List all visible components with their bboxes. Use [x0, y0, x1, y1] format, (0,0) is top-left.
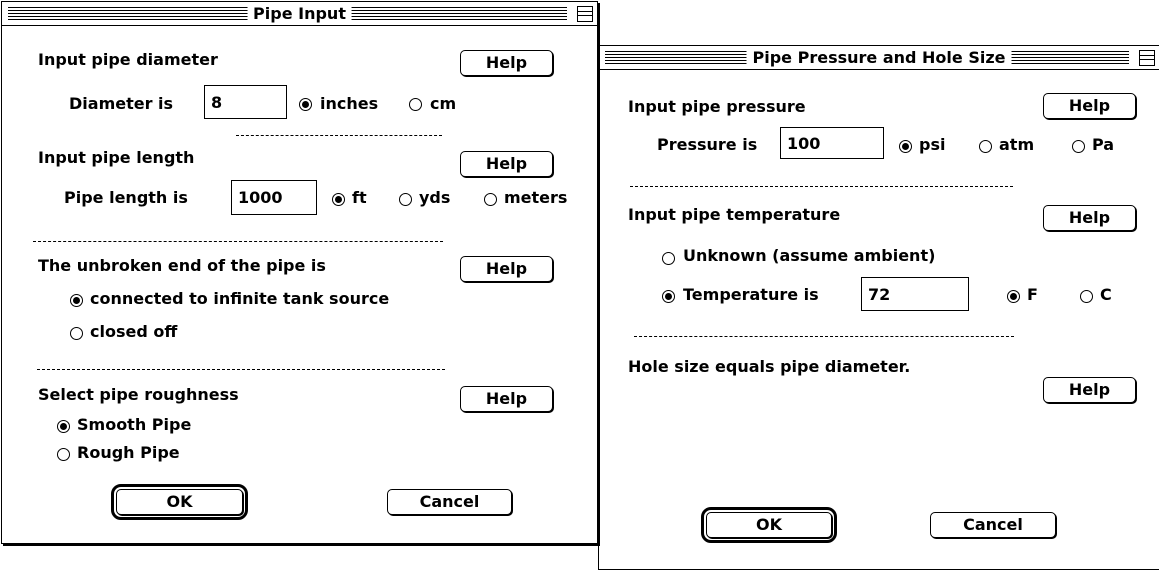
cm-label: cm	[430, 94, 457, 113]
psi-label: psi	[919, 135, 946, 154]
pressure-label: Pressure is	[657, 135, 758, 154]
psi-radio[interactable]	[899, 140, 912, 153]
fahrenheit-radio[interactable]	[1007, 290, 1020, 303]
closed-off-label: closed off	[90, 322, 178, 341]
inches-label: inches	[320, 94, 379, 113]
separator	[630, 186, 1013, 187]
tank-source-label: connected to infinite tank source	[90, 289, 390, 308]
smooth-pipe-radio[interactable]	[57, 420, 70, 433]
hole-help-button[interactable]: Help	[1043, 377, 1136, 403]
title-bar[interactable]: Pipe Pressure and Hole Size	[599, 46, 1159, 70]
zoom-box-icon[interactable]	[1139, 50, 1155, 66]
pipe-input-window: Pipe Input Input pipe diameter Help Diam…	[1, 1, 598, 544]
cancel-button[interactable]: Cancel	[930, 512, 1056, 538]
pipe-pressure-window: Pipe Pressure and Hole Size Input pipe p…	[598, 45, 1159, 570]
length-label: Pipe length is	[64, 188, 188, 207]
tank-source-radio[interactable]	[70, 294, 83, 307]
separator	[236, 135, 442, 136]
roughness-help-button[interactable]: Help	[460, 386, 553, 412]
yds-radio[interactable]	[399, 193, 412, 206]
diameter-label: Diameter is	[69, 94, 174, 113]
pa-label: Pa	[1092, 135, 1115, 154]
pa-radio[interactable]	[1072, 140, 1085, 153]
ok-button[interactable]: OK	[701, 507, 837, 543]
ft-radio[interactable]	[332, 193, 345, 206]
pressure-input[interactable]	[780, 127, 884, 159]
meters-label: meters	[504, 188, 568, 207]
temperature-is-label: Temperature is	[683, 285, 819, 304]
meters-radio[interactable]	[484, 193, 497, 206]
end-heading: The unbroken end of the pipe is	[38, 256, 326, 275]
ft-label: ft	[352, 188, 367, 207]
window-title: Pipe Pressure and Hole Size	[746, 49, 1012, 67]
diameter-help-button[interactable]: Help	[460, 50, 553, 76]
length-input[interactable]	[231, 180, 317, 215]
temperature-is-radio[interactable]	[662, 290, 675, 303]
cm-radio[interactable]	[409, 98, 422, 111]
ok-button[interactable]: OK	[111, 484, 248, 520]
fahrenheit-label: F	[1027, 285, 1038, 304]
temperature-heading: Input pipe temperature	[628, 205, 841, 224]
cancel-button[interactable]: Cancel	[387, 489, 512, 515]
title-bar[interactable]: Pipe Input	[2, 2, 597, 26]
temperature-help-button[interactable]: Help	[1043, 205, 1136, 231]
smooth-pipe-label: Smooth Pipe	[77, 415, 192, 434]
window-title: Pipe Input	[247, 5, 352, 23]
roughness-heading: Select pipe roughness	[38, 385, 239, 404]
yds-label: yds	[419, 188, 451, 207]
pressure-help-button[interactable]: Help	[1043, 93, 1136, 119]
length-heading: Input pipe length	[38, 148, 195, 167]
unknown-temperature-radio[interactable]	[662, 252, 675, 265]
pressure-heading: Input pipe pressure	[628, 97, 806, 116]
diameter-heading: Input pipe diameter	[38, 50, 218, 69]
unknown-temperature-label: Unknown (assume ambient)	[683, 246, 936, 265]
inches-radio[interactable]	[299, 98, 312, 111]
atm-label: atm	[999, 135, 1035, 154]
rough-pipe-radio[interactable]	[57, 448, 70, 461]
celsius-radio[interactable]	[1080, 290, 1093, 303]
zoom-box-icon[interactable]	[577, 6, 593, 22]
length-help-button[interactable]: Help	[460, 151, 553, 177]
rough-pipe-label: Rough Pipe	[77, 443, 180, 462]
hole-size-text: Hole size equals pipe diameter.	[628, 357, 911, 376]
end-help-button[interactable]: Help	[460, 256, 553, 282]
atm-radio[interactable]	[979, 140, 992, 153]
closed-off-radio[interactable]	[70, 327, 83, 340]
separator	[33, 241, 443, 242]
separator	[634, 336, 1014, 337]
temperature-input[interactable]	[861, 277, 969, 311]
celsius-label: C	[1100, 285, 1112, 304]
diameter-input[interactable]	[204, 85, 287, 119]
separator	[37, 369, 445, 370]
